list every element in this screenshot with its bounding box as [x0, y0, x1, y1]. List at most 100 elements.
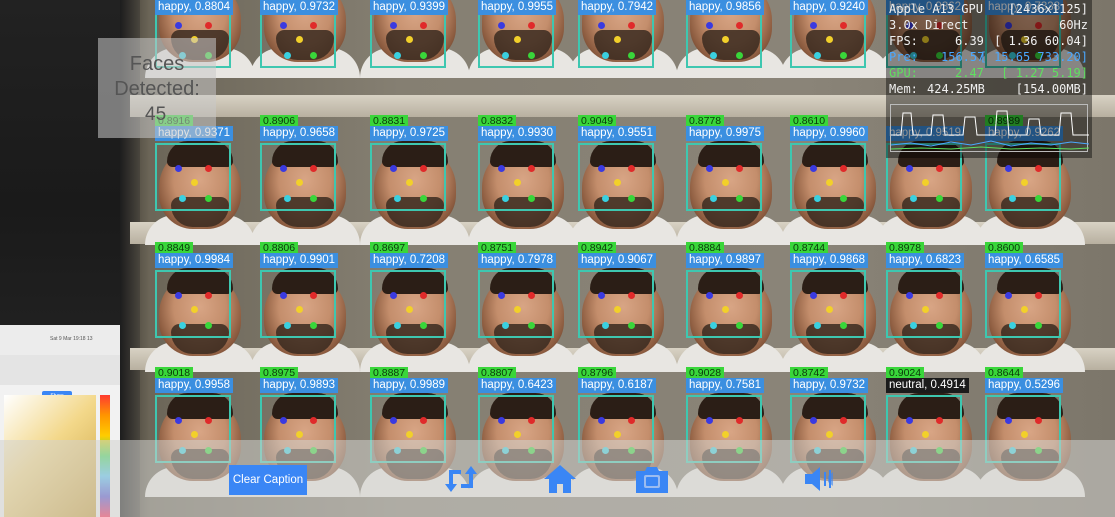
right-eye-landmark — [420, 22, 427, 29]
emotion-label: happy, 0.7581 — [686, 378, 765, 393]
faces-detected-count: 45 — [145, 104, 167, 125]
right-eye-landmark — [736, 292, 743, 299]
mouth-right-landmark — [840, 195, 847, 202]
hud-fps-value: 6.39 — [955, 34, 984, 48]
nose-landmark — [614, 36, 621, 43]
right-eye-landmark — [736, 417, 743, 424]
left-eye-landmark — [390, 292, 397, 299]
swap-camera-icon[interactable] — [441, 462, 481, 496]
hud-refresh: 60Hz — [1059, 18, 1088, 32]
right-eye-landmark — [205, 417, 212, 424]
nose-landmark — [514, 431, 521, 438]
hud-pre-range: [ 15.65 733.20] — [979, 50, 1088, 64]
right-eye-landmark — [310, 292, 317, 299]
face-bounding-box — [478, 270, 554, 338]
mouth-right-landmark — [420, 52, 427, 59]
mouth-left-landmark — [502, 322, 509, 329]
hud-gpu-range: [ 1.27 5.19] — [1001, 66, 1088, 80]
right-eye-landmark — [840, 22, 847, 29]
emotion-label: happy, 0.9897 — [686, 253, 765, 268]
right-eye-landmark — [205, 22, 212, 29]
left-eye-landmark — [706, 165, 713, 172]
face-bounding-box — [478, 143, 554, 211]
left-eye-landmark — [498, 417, 505, 424]
mouth-right-landmark — [310, 52, 317, 59]
nose-landmark — [296, 179, 303, 186]
mouth-right-landmark — [205, 195, 212, 202]
hud-mem-label: Mem: — [889, 82, 918, 96]
nose-landmark — [722, 431, 729, 438]
face-bounding-box — [686, 143, 762, 211]
left-eye-landmark — [175, 292, 182, 299]
nose-landmark — [514, 306, 521, 313]
emotion-label: happy, 0.9732 — [260, 0, 339, 15]
face-bounding-box — [370, 270, 446, 338]
right-eye-landmark — [936, 292, 943, 299]
nose-landmark — [826, 36, 833, 43]
nose-landmark — [296, 306, 303, 313]
right-eye-landmark — [840, 292, 847, 299]
clear-caption-button[interactable]: Clear Caption — [229, 465, 307, 495]
emotion-label: happy, 0.6823 — [886, 253, 965, 268]
camera-icon[interactable] — [632, 462, 672, 496]
mouth-left-landmark — [394, 322, 401, 329]
hud-row-gpu: GPU: 2.47 [ 1.27 5.19] — [889, 66, 1088, 82]
nose-landmark — [406, 431, 413, 438]
face-bounding-box — [886, 270, 962, 338]
mouth-left-landmark — [179, 322, 186, 329]
tablet-status-bar: Sat 9 Mar 19:18 13 — [0, 325, 120, 355]
nose-landmark — [296, 431, 303, 438]
face-bounding-box — [578, 270, 654, 338]
right-eye-landmark — [420, 292, 427, 299]
right-eye-landmark — [310, 22, 317, 29]
emotion-label: happy, 0.9240 — [790, 0, 869, 15]
left-eye-landmark — [598, 165, 605, 172]
mouth-right-landmark — [936, 322, 943, 329]
left-eye-landmark — [498, 165, 505, 172]
mouth-left-landmark — [394, 52, 401, 59]
tablet-toolbar: Share — [0, 355, 120, 401]
left-eye-landmark — [906, 165, 913, 172]
right-eye-landmark — [420, 417, 427, 424]
emotion-label: happy, 0.9868 — [790, 253, 869, 268]
emotion-label: happy, 0.9658 — [260, 126, 339, 141]
face-bounding-box — [686, 270, 762, 338]
nose-landmark — [406, 179, 413, 186]
faces-detected-title: Faces Detected: — [114, 53, 200, 100]
left-eye-landmark — [706, 292, 713, 299]
right-eye-landmark — [528, 417, 535, 424]
hud-mem-range: [154.00MB] — [1015, 82, 1088, 96]
right-eye-landmark — [205, 292, 212, 299]
right-eye-landmark — [310, 417, 317, 424]
left-eye-landmark — [810, 165, 817, 172]
mouth-left-landmark — [1009, 195, 1016, 202]
left-eye-landmark — [706, 417, 713, 424]
hud-pre-label: Pre: — [889, 50, 918, 64]
mouth-left-landmark — [710, 322, 717, 329]
sound-icon[interactable] — [800, 462, 840, 496]
left-eye-landmark — [390, 417, 397, 424]
nose-landmark — [406, 36, 413, 43]
nose-landmark — [826, 431, 833, 438]
left-eye-landmark — [1005, 165, 1012, 172]
right-eye-landmark — [628, 292, 635, 299]
emotion-label: happy, 0.7208 — [370, 253, 449, 268]
emotion-label: neutral, 0.4914 — [886, 378, 969, 393]
right-eye-landmark — [736, 22, 743, 29]
hud-row-device: Apple A13 GPU [2436x1125] — [889, 2, 1088, 18]
nose-landmark — [191, 179, 198, 186]
home-icon[interactable] — [540, 462, 580, 496]
emotion-label: happy, 0.6187 — [578, 378, 657, 393]
emotion-label: happy, 0.9975 — [686, 126, 765, 141]
left-eye-landmark — [810, 292, 817, 299]
nose-landmark — [826, 306, 833, 313]
hud-gpu-value: 2.47 — [955, 66, 984, 80]
emotion-label: happy, 0.9930 — [478, 126, 557, 141]
nose-landmark — [1021, 179, 1028, 186]
right-eye-landmark — [840, 417, 847, 424]
emotion-label: happy, 0.5296 — [985, 378, 1064, 393]
mouth-left-landmark — [602, 52, 609, 59]
mouth-left-landmark — [602, 322, 609, 329]
face-bounding-box — [790, 143, 866, 211]
hud-row-mode: 3.0x Direct 60Hz — [889, 18, 1088, 34]
